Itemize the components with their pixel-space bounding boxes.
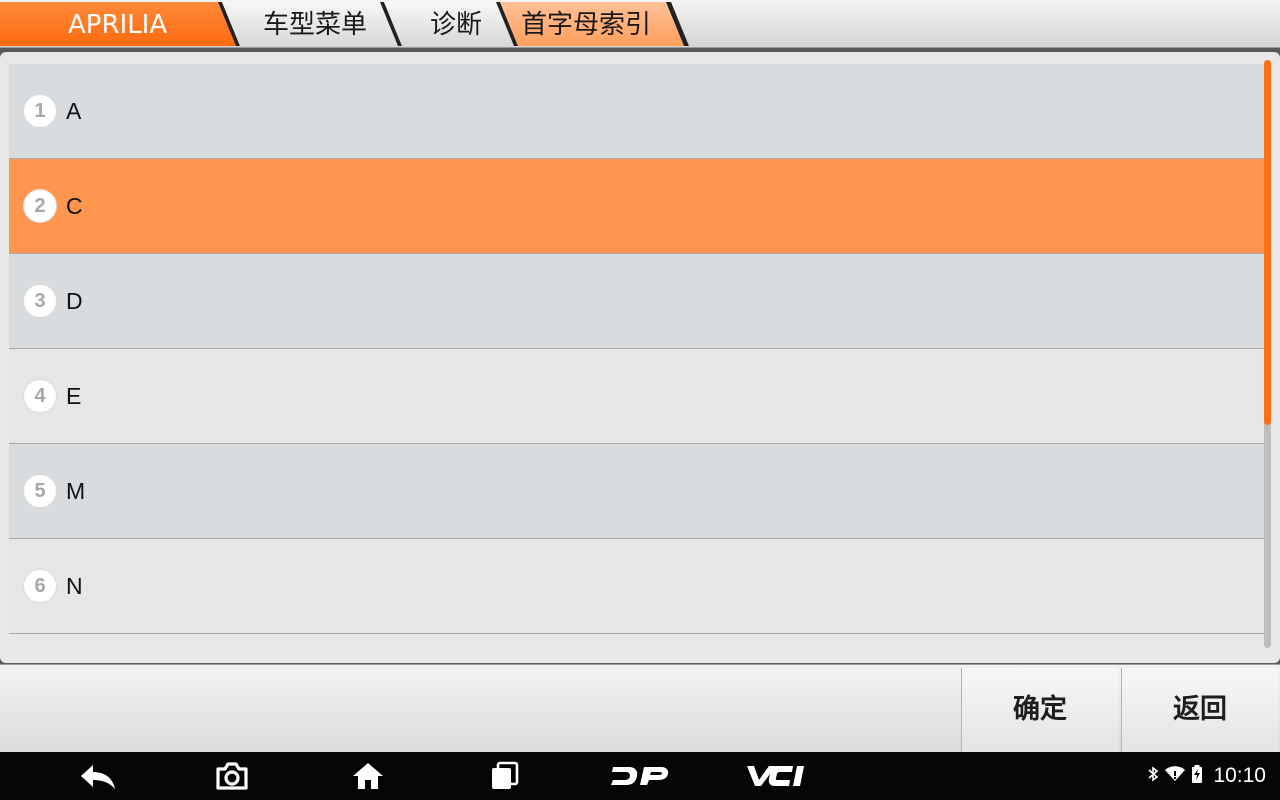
clock: 10:10 (1213, 764, 1266, 787)
confirm-button[interactable]: 确定 (961, 668, 1118, 752)
list-panel: 1 A 2 C 3 D 4 E 5 M 6 N (0, 52, 1280, 663)
bottom-toolbar: 确定 返回 (0, 664, 1280, 752)
camera-icon[interactable] (214, 752, 250, 800)
crumb-diagnosis[interactable]: 诊断 (430, 0, 482, 48)
list-item-selected[interactable]: 2 C (9, 159, 1264, 254)
status-area: 10:10 (1147, 752, 1266, 800)
crumb-initial-index[interactable]: 首字母索引 (521, 0, 651, 48)
wifi-icon (1165, 765, 1186, 787)
home-icon[interactable] (350, 752, 386, 800)
item-number: 4 (23, 379, 57, 413)
item-label: C (66, 193, 83, 219)
item-number: 2 (23, 189, 57, 223)
vci-icon[interactable] (744, 752, 810, 800)
back-button[interactable]: 返回 (1121, 668, 1278, 752)
item-label: N (66, 573, 83, 599)
item-label: E (66, 383, 82, 409)
scrollbar-thumb[interactable] (1264, 60, 1271, 425)
breadcrumb: APRILIA 车型菜单 诊断 首字母索引 (0, 0, 1280, 48)
list-item[interactable]: 5 M (9, 444, 1264, 539)
bluetooth-icon (1147, 765, 1159, 787)
battery-icon (1191, 764, 1203, 788)
item-number: 1 (23, 94, 57, 128)
scrollbar[interactable] (1264, 60, 1271, 648)
crumb-aprilia[interactable]: APRILIA (68, 0, 167, 48)
list-item[interactable]: 6 N (9, 539, 1264, 634)
item-label: D (66, 288, 83, 314)
list-item[interactable]: 4 E (9, 349, 1264, 444)
item-number: 6 (23, 569, 57, 603)
item-number: 3 (23, 284, 57, 318)
list-item[interactable]: 1 A (9, 64, 1264, 159)
crumb-model-menu[interactable]: 车型菜单 (263, 0, 367, 48)
letter-list: 1 A 2 C 3 D 4 E 5 M 6 N (9, 64, 1264, 646)
system-nav-bar: 10:10 (0, 752, 1280, 800)
item-label: M (66, 478, 86, 504)
recent-apps-icon[interactable] (488, 752, 520, 800)
dp-logo-icon[interactable] (610, 752, 670, 800)
list-item[interactable]: 3 D (9, 254, 1264, 349)
item-number: 5 (23, 474, 57, 508)
item-label: A (66, 98, 82, 124)
back-arrow-icon[interactable] (78, 752, 118, 800)
